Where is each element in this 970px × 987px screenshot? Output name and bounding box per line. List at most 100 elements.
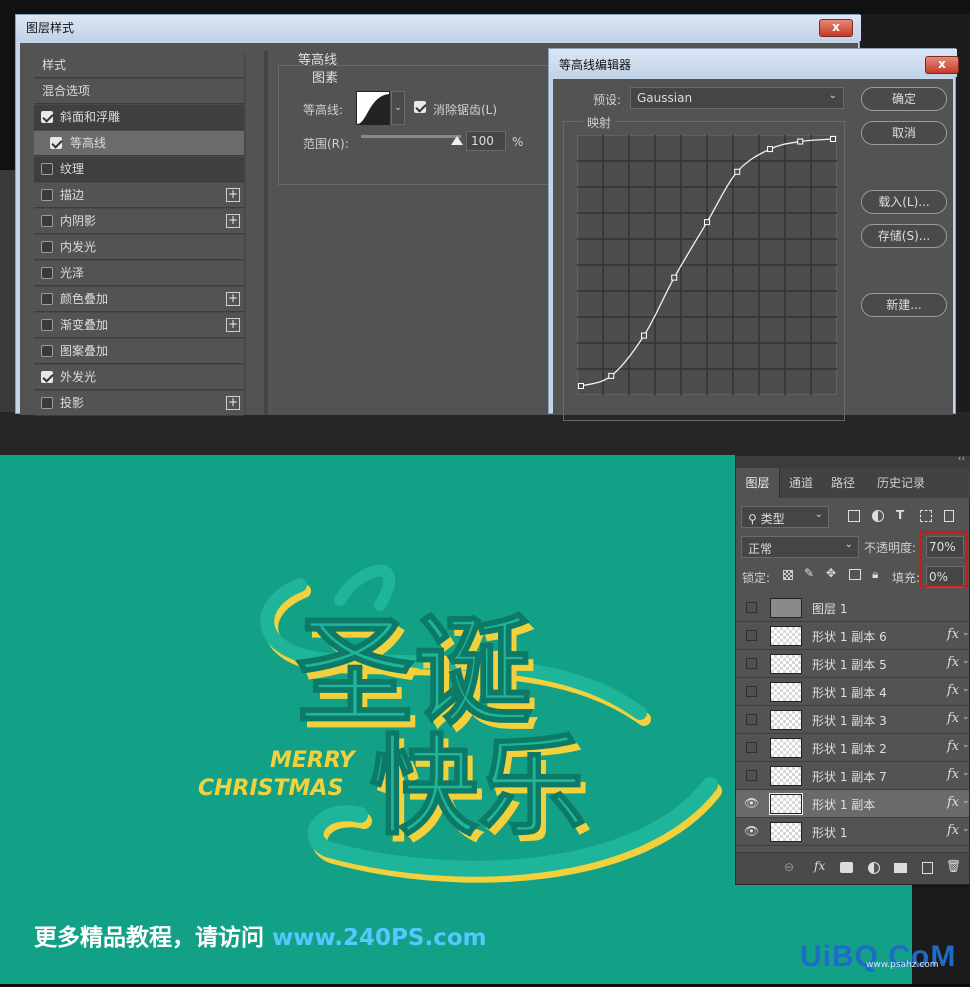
chevron-down-icon[interactable]: ⌄ [962, 712, 969, 722]
fx-icon[interactable]: fx [947, 711, 959, 726]
antialias-checkbox[interactable] [414, 101, 426, 113]
style-item[interactable]: 渐变叠加 + [34, 313, 244, 338]
lock-transparent-icon[interactable] [783, 570, 793, 580]
filter-select[interactable]: ⚲ 类型 ⌄ [741, 506, 829, 528]
filter-shape-icon[interactable] [920, 510, 932, 522]
style-item[interactable]: 投影 + [34, 391, 244, 416]
visibility-toggle[interactable] [746, 658, 757, 669]
contour-thumbnail[interactable] [356, 91, 390, 125]
style-item[interactable]: 图案叠加 [34, 339, 244, 364]
visibility-toggle[interactable] [746, 630, 757, 641]
fx-icon[interactable]: fx [814, 859, 825, 873]
curve-control-point[interactable] [797, 138, 804, 145]
chevron-down-icon[interactable]: ⌄ [962, 768, 969, 778]
lock-all-icon[interactable]: 🔒︎ [872, 567, 878, 582]
curve-control-point[interactable] [671, 274, 678, 281]
chevron-down-icon[interactable]: ⌄ [962, 628, 969, 638]
layer-row[interactable]: 形状 1 副本 6 fx ⌄ [736, 622, 969, 650]
curve-control-point[interactable] [830, 136, 836, 142]
fx-icon[interactable]: fx [947, 823, 959, 838]
layer-row[interactable]: 形状 1 副本 3 fx ⌄ [736, 706, 969, 734]
trash-icon[interactable]: 🗑︎ [946, 859, 961, 873]
filter-type-icon[interactable]: T [896, 508, 904, 522]
preset-select[interactable]: Gaussian ⌄ [630, 87, 844, 109]
chevron-down-icon[interactable]: ⌄ [962, 684, 969, 694]
style-item-checkbox[interactable] [41, 371, 53, 383]
footer-url[interactable]: www.240PS.com [272, 925, 487, 951]
style-item-checkbox[interactable] [41, 241, 53, 253]
lock-artboard-icon[interactable] [849, 569, 861, 580]
style-item[interactable]: 颜色叠加 + [34, 287, 244, 312]
fx-icon[interactable]: fx [947, 683, 959, 698]
load-button[interactable]: 载入(L)... [861, 190, 947, 214]
add-effect-icon[interactable]: + [226, 396, 240, 410]
save-button[interactable]: 存储(S)... [861, 224, 947, 248]
chevron-down-icon[interactable]: ⌄ [962, 740, 969, 750]
tab-paths[interactable]: 路径 [822, 468, 864, 498]
curve-control-point[interactable] [578, 382, 584, 389]
chevron-down-icon[interactable]: ⌄ [962, 824, 969, 834]
fx-icon[interactable]: fx [947, 795, 959, 810]
blend-mode-select[interactable]: 正常 ⌄ [741, 536, 859, 558]
layer-row[interactable]: 形状 1 副本 7 fx ⌄ [736, 762, 969, 790]
add-effect-icon[interactable]: + [226, 318, 240, 332]
style-item[interactable]: 光泽 [34, 261, 244, 286]
eye-icon[interactable]: 👁︎ [744, 796, 759, 810]
curve-control-point[interactable] [734, 168, 741, 175]
style-item-checkbox[interactable] [41, 345, 53, 357]
close-button[interactable]: x [819, 19, 853, 37]
ok-button[interactable]: 确定 [861, 87, 947, 111]
style-item[interactable]: 样式 [34, 53, 244, 78]
tab-layers[interactable]: 图层 [736, 468, 780, 498]
layer-row[interactable]: 👁︎ 形状 1 副本 fx ⌄ [736, 790, 969, 818]
fx-icon[interactable]: fx [947, 655, 959, 670]
style-item-checkbox[interactable] [41, 397, 53, 409]
style-item[interactable]: 外发光 [34, 365, 244, 390]
lock-move-icon[interactable]: ✥ [826, 566, 836, 580]
contour-editor-titlebar[interactable]: 等高线编辑器 [549, 49, 957, 77]
add-effect-icon[interactable]: + [226, 214, 240, 228]
visibility-toggle[interactable] [746, 770, 757, 781]
folder-icon[interactable] [894, 863, 907, 873]
link-icon[interactable]: ⊖ [784, 860, 794, 874]
range-slider-track[interactable] [361, 135, 461, 138]
chevron-down-icon[interactable]: ⌄ [391, 91, 405, 125]
adjustment-icon[interactable] [868, 862, 880, 874]
style-item-checkbox[interactable] [41, 215, 53, 227]
style-item[interactable]: 等高线 [34, 131, 244, 156]
new-button[interactable]: 新建... [861, 293, 947, 317]
eye-icon[interactable]: 👁︎ [744, 824, 759, 838]
style-item[interactable]: 斜面和浮雕 [34, 105, 244, 130]
fx-icon[interactable]: fx [947, 627, 959, 642]
style-item[interactable]: 描边 + [34, 183, 244, 208]
chevron-down-icon[interactable]: ⌄ [962, 796, 969, 806]
style-item-checkbox[interactable] [41, 267, 53, 279]
cancel-button[interactable]: 取消 [861, 121, 947, 145]
tab-history[interactable]: 历史记录 [864, 468, 938, 498]
curve-control-point[interactable] [704, 219, 710, 226]
layer-row[interactable]: 形状 1 副本 4 fx ⌄ [736, 678, 969, 706]
new-layer-icon[interactable] [922, 862, 933, 874]
style-item-checkbox[interactable] [41, 111, 53, 123]
style-item[interactable]: 内阴影 + [34, 209, 244, 234]
style-item-checkbox[interactable] [41, 293, 53, 305]
layer-row[interactable]: 图层 1 [736, 594, 969, 622]
range-slider-handle[interactable] [451, 136, 463, 145]
filter-smartobject-icon[interactable] [944, 510, 954, 522]
visibility-toggle[interactable] [746, 714, 757, 725]
style-item-checkbox[interactable] [41, 189, 53, 201]
style-item[interactable]: 内发光 [34, 235, 244, 260]
layer-row[interactable]: 👁︎ 形状 1 fx ⌄ [736, 818, 969, 846]
style-item-checkbox[interactable] [50, 137, 62, 149]
contour-curve-graph[interactable] [577, 135, 837, 395]
style-item-checkbox[interactable] [41, 319, 53, 331]
add-effect-icon[interactable]: + [226, 292, 240, 306]
tab-channels[interactable]: 通道 [780, 468, 822, 498]
collapse-icon[interactable]: ‹‹ [958, 454, 965, 464]
mask-icon[interactable] [840, 862, 853, 873]
style-list-scrollbar[interactable] [264, 51, 268, 415]
curve-control-point[interactable] [608, 372, 615, 379]
panel-header[interactable]: ‹‹ [736, 454, 970, 468]
range-input[interactable]: 100 [466, 131, 506, 151]
close-button[interactable]: x [925, 56, 959, 74]
